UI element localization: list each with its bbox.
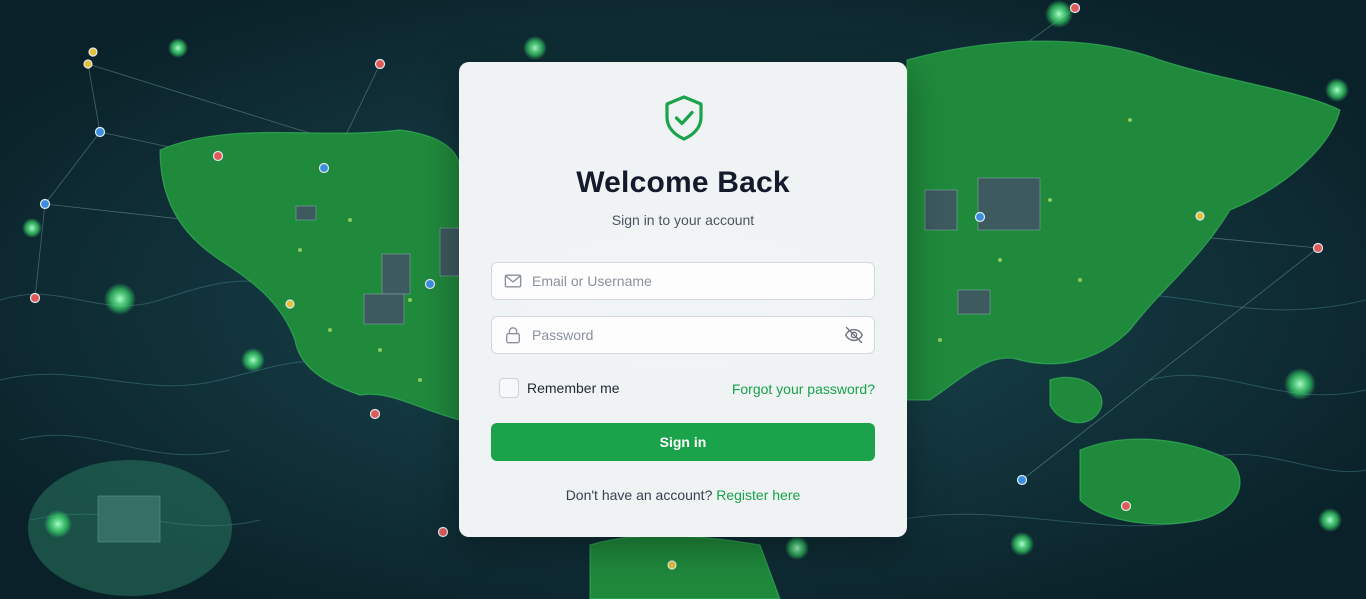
username-field[interactable] <box>491 262 875 300</box>
register-link[interactable]: Register here <box>716 487 800 503</box>
register-row: Don't have an account? Register here <box>459 487 907 503</box>
login-card: Welcome Back Sign in to your account Rem… <box>459 62 907 537</box>
username-input[interactable] <box>532 263 832 299</box>
shield-check-icon <box>665 95 703 141</box>
page-subtitle: Sign in to your account <box>611 212 755 228</box>
lock-icon <box>506 327 520 344</box>
password-field[interactable] <box>491 316 875 354</box>
eye-off-icon[interactable] <box>844 325 864 345</box>
page-title: Welcome Back <box>576 166 790 199</box>
remember-me-checkbox[interactable] <box>499 378 519 398</box>
sign-in-button[interactable]: Sign in <box>491 423 875 461</box>
remember-me-label: Remember me <box>527 380 620 396</box>
password-input[interactable] <box>532 317 832 353</box>
forgot-password-link[interactable]: Forgot your password? <box>732 381 875 397</box>
mail-icon <box>504 274 522 288</box>
register-prompt: Don't have an account? <box>565 487 713 503</box>
